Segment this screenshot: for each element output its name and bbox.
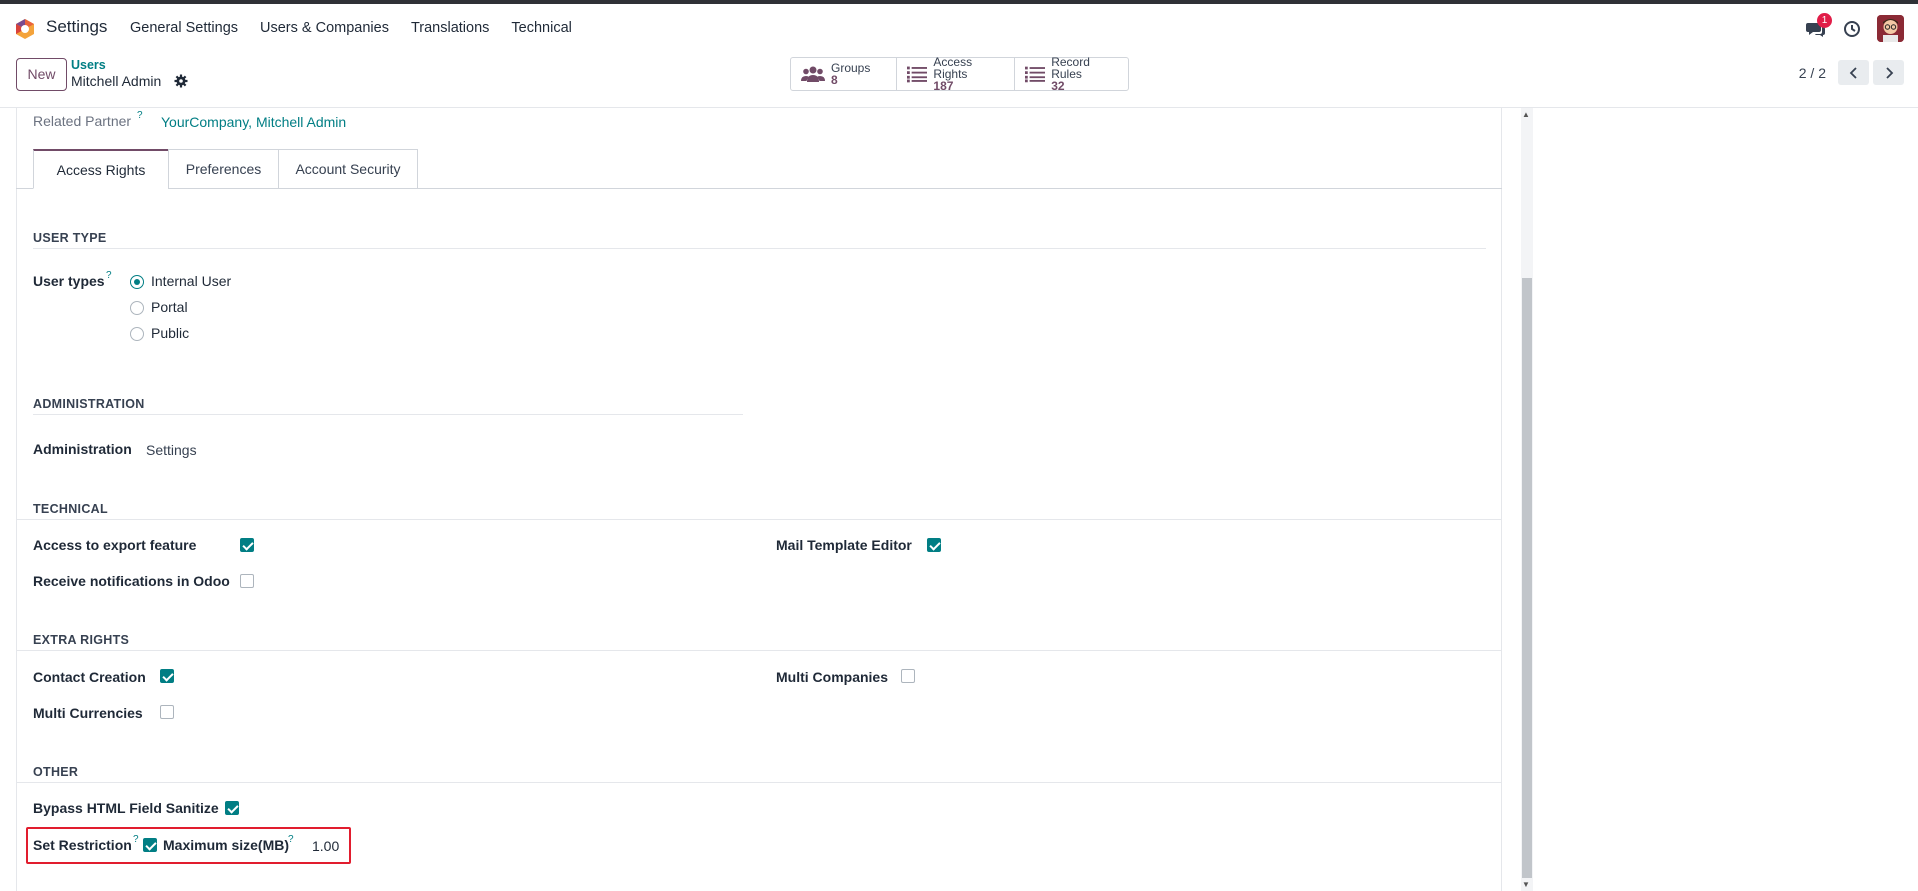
radio-internal-user[interactable] xyxy=(130,275,144,289)
access-rights-count: 187 xyxy=(933,79,954,93)
radio-label-public[interactable]: Public xyxy=(151,325,189,341)
record-rules-label: Record Rules xyxy=(1051,55,1090,81)
mail-template-editor-label: Mail Template Editor xyxy=(776,537,912,553)
user-types-label: User types xyxy=(33,273,105,289)
help-icon[interactable]: ? xyxy=(106,270,112,281)
bypass-sanitize-label: Bypass HTML Field Sanitize xyxy=(33,800,219,816)
receive-notifications-label: Receive notifications in Odoo xyxy=(33,573,230,589)
record-rules-count: 32 xyxy=(1051,79,1065,93)
multi-currencies-label: Multi Currencies xyxy=(33,705,143,721)
related-partner-label: Related Partner xyxy=(33,113,132,129)
pager-next-button[interactable] xyxy=(1873,60,1904,85)
access-rights-smart-button[interactable]: Access Rights 187 xyxy=(897,55,1015,93)
divider xyxy=(16,650,1502,651)
receive-notifications-checkbox[interactable] xyxy=(240,574,254,588)
related-partner-link[interactable]: YourCompany, Mitchell Admin xyxy=(161,114,346,130)
access-rights-label: Access Rights xyxy=(933,55,973,81)
maximum-size-label: Maximum size(MB) xyxy=(163,837,290,853)
section-administration: ADMINISTRATION xyxy=(33,397,145,411)
tab-access-rights[interactable]: Access Rights xyxy=(33,149,169,189)
radio-label-portal[interactable]: Portal xyxy=(151,299,188,315)
avatar[interactable] xyxy=(1877,15,1904,42)
clock-icon[interactable] xyxy=(1843,20,1861,38)
app-title[interactable]: Settings xyxy=(46,17,107,37)
contact-creation-label: Contact Creation xyxy=(33,669,146,685)
divider xyxy=(16,782,1502,783)
divider xyxy=(16,519,1502,520)
navbar-systray: 1 xyxy=(1805,12,1904,42)
bypass-sanitize-checkbox[interactable] xyxy=(225,801,239,815)
scrollbar-thumb[interactable] xyxy=(1522,278,1532,878)
groups-count: 8 xyxy=(831,73,838,87)
tab-account-security[interactable]: Account Security xyxy=(278,149,418,189)
menu-technical[interactable]: Technical xyxy=(511,20,571,36)
set-restriction-label: Set Restriction xyxy=(33,837,132,853)
breadcrumb-users[interactable]: Users xyxy=(71,58,106,72)
list-icon xyxy=(1025,66,1046,83)
top-navbar: Settings General Settings Users & Compan… xyxy=(0,4,1918,50)
form-sheet xyxy=(16,108,1502,891)
list-icon xyxy=(907,66,928,83)
pager-value[interactable]: 2 / 2 xyxy=(1799,65,1826,81)
maximum-size-input[interactable]: 1.00 xyxy=(312,838,339,854)
groups-icon xyxy=(801,66,825,82)
odoo-logo-icon[interactable] xyxy=(14,18,36,40)
export-feature-checkbox[interactable] xyxy=(240,538,254,552)
multi-companies-checkbox[interactable] xyxy=(901,669,915,683)
radio-portal[interactable] xyxy=(130,301,144,315)
tab-preferences[interactable]: Preferences xyxy=(168,149,279,189)
section-technical: TECHNICAL xyxy=(33,502,108,516)
divider xyxy=(33,414,743,415)
smart-buttons: Groups 8 Access Rights 187 Record Rules … xyxy=(790,55,1129,93)
export-feature-label: Access to export feature xyxy=(33,537,197,553)
help-icon[interactable]: ? xyxy=(133,834,139,845)
gear-icon[interactable] xyxy=(174,74,188,88)
scroll-down-icon[interactable]: ▼ xyxy=(1522,880,1530,889)
help-icon[interactable]: ? xyxy=(137,110,143,121)
main-menu: General Settings Users & Companies Trans… xyxy=(130,20,594,36)
divider xyxy=(33,248,1486,249)
multi-companies-label: Multi Companies xyxy=(776,669,889,685)
help-icon[interactable]: ? xyxy=(288,834,294,845)
menu-translations[interactable]: Translations xyxy=(411,20,489,36)
radio-public[interactable] xyxy=(130,327,144,341)
radio-label-internal-user[interactable]: Internal User xyxy=(151,273,231,289)
control-panel: New Users Mitchell Admin Groups 8 Access… xyxy=(0,50,1918,108)
groups-smart-button[interactable]: Groups 8 xyxy=(791,58,897,90)
chat-badge: 1 xyxy=(1817,12,1832,28)
mail-template-editor-checkbox[interactable] xyxy=(927,538,941,552)
menu-users-companies[interactable]: Users & Companies xyxy=(260,20,389,36)
new-button[interactable]: New xyxy=(16,58,67,91)
notebook-tabs: Access Rights Preferences Account Securi… xyxy=(16,149,1502,189)
section-user-type: USER TYPE xyxy=(33,231,107,245)
pager-previous-button[interactable] xyxy=(1838,60,1869,85)
chat-icon[interactable]: 1 xyxy=(1805,12,1832,40)
menu-general-settings[interactable]: General Settings xyxy=(130,20,238,36)
section-extra-rights: EXTRA RIGHTS xyxy=(33,633,130,647)
section-other: OTHER xyxy=(33,765,79,779)
pager: 2 / 2 xyxy=(1799,60,1904,85)
administration-label: Administration xyxy=(33,441,132,457)
contact-creation-checkbox[interactable] xyxy=(160,669,174,683)
set-restriction-checkbox[interactable] xyxy=(143,838,157,852)
administration-select[interactable]: Settings xyxy=(146,442,197,458)
scroll-up-icon[interactable]: ▲ xyxy=(1522,110,1530,119)
chevron-left-icon xyxy=(1849,66,1857,79)
multi-currencies-checkbox[interactable] xyxy=(160,705,174,719)
record-title: Mitchell Admin xyxy=(71,73,162,89)
chevron-right-icon xyxy=(1885,66,1893,79)
record-rules-smart-button[interactable]: Record Rules 32 xyxy=(1015,55,1128,93)
